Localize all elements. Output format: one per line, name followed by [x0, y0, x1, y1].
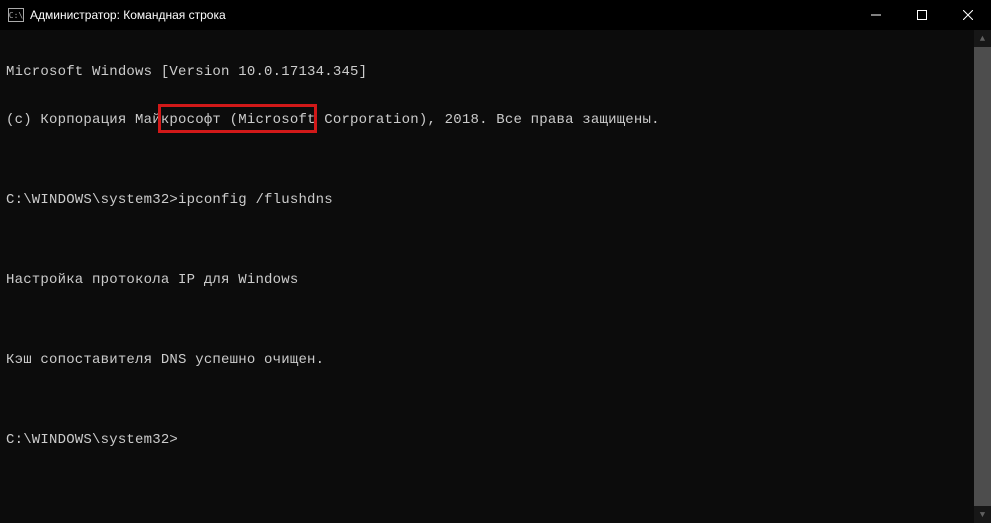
terminal-output[interactable]: Microsoft Windows [Version 10.0.17134.34… [0, 30, 974, 523]
scrollbar-track[interactable] [974, 47, 991, 506]
terminal-line: Настройка протокола IP для Windows [6, 272, 968, 288]
window-title: Администратор: Командная строка [30, 8, 853, 22]
scrollbar-thumb[interactable] [974, 47, 991, 506]
maximize-icon [917, 10, 927, 20]
terminal-line: Кэш сопоставителя DNS успешно очищен. [6, 352, 968, 368]
close-button[interactable] [945, 0, 991, 30]
command-prompt-window: C:\ Администратор: Командная строка Micr… [0, 0, 991, 523]
terminal-line: C:\WINDOWS\system32>ipconfig /flushdns [6, 192, 968, 208]
terminal-line: Microsoft Windows [Version 10.0.17134.34… [6, 64, 968, 80]
cmd-icon: C:\ [8, 8, 24, 22]
minimize-icon [871, 10, 881, 20]
window-controls [853, 0, 991, 30]
close-icon [963, 10, 973, 20]
maximize-button[interactable] [899, 0, 945, 30]
scroll-up-icon[interactable]: ▲ [974, 30, 991, 47]
scroll-down-icon[interactable]: ▼ [974, 506, 991, 523]
minimize-button[interactable] [853, 0, 899, 30]
terminal-line: C:\WINDOWS\system32> [6, 432, 968, 448]
vertical-scrollbar[interactable]: ▲ ▼ [974, 30, 991, 523]
window-body: Microsoft Windows [Version 10.0.17134.34… [0, 30, 991, 523]
titlebar[interactable]: C:\ Администратор: Командная строка [0, 0, 991, 30]
terminal-line: (c) Корпорация Майкрософт (Microsoft Cor… [6, 112, 968, 128]
